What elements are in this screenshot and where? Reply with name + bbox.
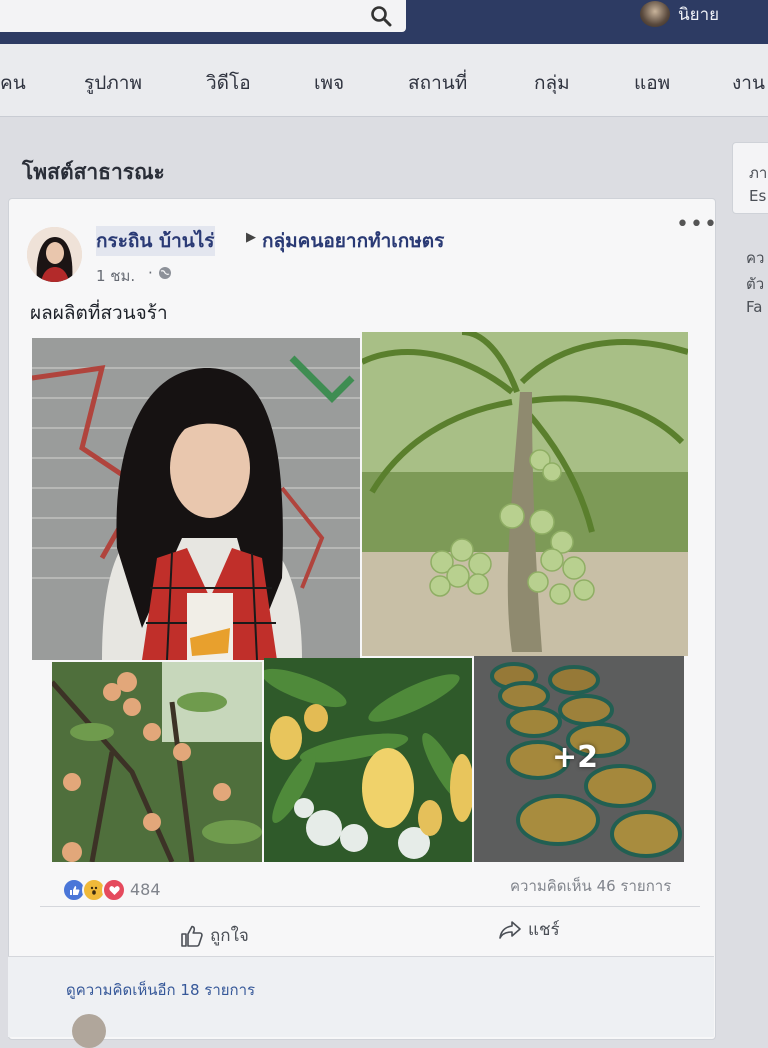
- share-label: แชร์: [528, 920, 560, 940]
- poster-avatar[interactable]: [27, 227, 82, 282]
- commenter-avatar[interactable]: [72, 1014, 106, 1048]
- tab-videos[interactable]: วิดีโอ: [206, 68, 251, 98]
- tab-groups[interactable]: กลุ่ม: [534, 68, 570, 98]
- search-button[interactable]: [356, 0, 406, 32]
- more-options-icon[interactable]: •••: [676, 212, 718, 237]
- profile-name: นิยาย: [678, 4, 720, 25]
- tab-events[interactable]: งาน: [732, 68, 765, 98]
- globe-icon: [158, 265, 172, 284]
- side-card-line: Es: [749, 187, 767, 205]
- side-card[interactable]: ภา Es: [732, 142, 768, 214]
- comment-count-link[interactable]: ความคิดเห็น 46 รายการ: [510, 874, 671, 898]
- post-photo-coconut[interactable]: [362, 332, 688, 656]
- like-button[interactable]: ถูกใจ: [180, 922, 249, 949]
- share-button[interactable]: แชร์: [498, 916, 560, 943]
- page-title: โพสต์สาธารณะ: [22, 160, 165, 184]
- avatar: [640, 1, 670, 27]
- side-text: ตัว: [746, 275, 765, 293]
- tab-pages[interactable]: เพจ: [314, 68, 344, 98]
- post-photo-portrait[interactable]: [32, 338, 360, 660]
- search-category-nav: คน รูปภาพ วิดีโอ เพจ สถานที่ กลุ่ม แอพ ง…: [0, 44, 768, 117]
- divider: [40, 906, 700, 907]
- poster-name-link[interactable]: กระถิน บ้านไร่: [96, 226, 215, 256]
- side-text: คว: [746, 249, 765, 267]
- like-label: ถูกใจ: [210, 926, 249, 946]
- more-photos-count[interactable]: +2: [552, 740, 598, 775]
- separator-dot: ·: [148, 264, 153, 282]
- post-text: ผลผลิตที่สวนจร้า: [30, 302, 168, 324]
- view-more-comments-link[interactable]: ดูความคิดเห็นอีก 18 รายการ: [66, 978, 255, 1002]
- tab-photos[interactable]: รูปภาพ: [84, 68, 142, 98]
- share-arrow-icon: [499, 920, 521, 939]
- arrow-right-icon: ▶: [246, 230, 256, 245]
- love-reaction-icon: [102, 878, 126, 902]
- tab-places[interactable]: สถานที่: [408, 68, 467, 98]
- tab-people[interactable]: คน: [0, 68, 26, 98]
- post-photo-fruit-tree[interactable]: [52, 662, 262, 862]
- group-name-link[interactable]: กลุ่มคนอยากทำเกษตร: [262, 226, 444, 256]
- search-input[interactable]: [0, 0, 406, 32]
- reaction-icons[interactable]: [62, 878, 126, 902]
- tab-apps[interactable]: แอพ: [634, 68, 670, 98]
- post-photo-mangoes[interactable]: [264, 658, 472, 862]
- side-card-line: ภา: [749, 164, 768, 182]
- profile-link[interactable]: นิยาย: [640, 0, 719, 28]
- search-icon: [371, 6, 392, 27]
- post-time[interactable]: 1 ชม.: [96, 264, 135, 288]
- thumbs-up-icon: [181, 925, 203, 947]
- side-text: Fa: [746, 298, 763, 316]
- reaction-count[interactable]: 484: [130, 880, 161, 899]
